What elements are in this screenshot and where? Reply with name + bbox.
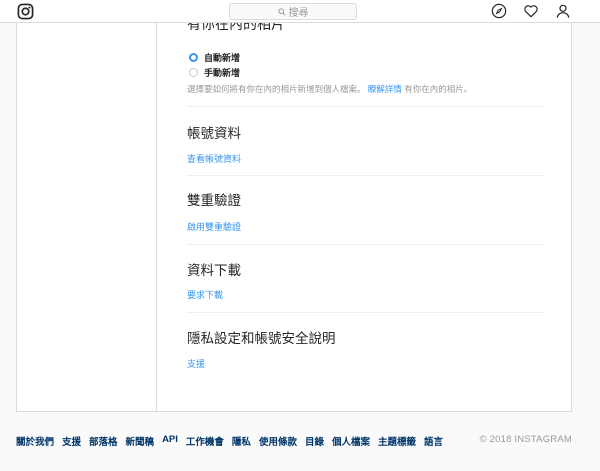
photos-of-you-title: 有你在內的相片 [187, 23, 285, 32]
radio-add-manually[interactable]: 手動新增 [189, 66, 240, 79]
description-tail: 有你在內的相片。 [404, 84, 473, 94]
footer-link-language[interactable]: 語言 [424, 434, 443, 448]
footer-link-terms[interactable]: 使用條款 [259, 434, 297, 448]
account-data-title: 帳號資料 [187, 126, 241, 141]
data-download-title: 資料下載 [187, 263, 241, 278]
divider [187, 244, 545, 245]
learn-more-link[interactable]: 瞭解詳情 [368, 84, 402, 94]
radio-label-manual: 手動新增 [204, 68, 241, 78]
support-link[interactable]: 支援 [187, 357, 205, 370]
photos-of-you-description: 選擇要如何將有你在內的相片新增到個人檔案。 瞭解詳情 有你在內的相片。 [187, 83, 472, 95]
radio-unselected-icon [189, 68, 198, 77]
footer-nav: 關於我們 支援 部落格 新聞稿 API 工作機會 隱私 使用條款 目錄 個人檔案… [16, 434, 451, 448]
footer-link-blog[interactable]: 部落格 [89, 434, 118, 448]
search-icon [277, 7, 286, 16]
search-placeholder: 搜尋 [288, 8, 309, 19]
footer-link-privacy[interactable]: 隱私 [232, 434, 251, 448]
footer-link-api[interactable]: API [162, 434, 178, 448]
view-account-data-link[interactable]: 查看帳號資料 [187, 152, 241, 165]
request-download-link[interactable]: 要求下載 [187, 288, 223, 301]
privacy-security-content: 有你在內的相片 自動新增 手動新增 選擇要如何將有你在內的相片新增到個人檔案。 … [187, 23, 545, 411]
divider [187, 106, 545, 107]
divider [187, 175, 545, 176]
compass-icon[interactable] [491, 3, 507, 19]
top-navigation-bar: 搜尋 [0, 0, 600, 23]
heart-icon[interactable] [523, 3, 539, 19]
footer-link-profiles[interactable]: 個人檔案 [332, 434, 370, 448]
radio-add-automatically[interactable]: 自動新增 [189, 51, 240, 64]
description-text: 選擇要如何將有你在內的相片新增到個人檔案。 [187, 84, 366, 94]
divider [187, 312, 545, 313]
enable-two-factor-link[interactable]: 啟用雙重驗證 [187, 220, 241, 233]
footer-link-hashtags[interactable]: 主題標籤 [378, 434, 416, 448]
settings-card: 有你在內的相片 自動新增 手動新增 選擇要如何將有你在內的相片新增到個人檔案。 … [16, 23, 572, 412]
radio-selected-icon [189, 53, 198, 62]
footer-link-press[interactable]: 新聞稿 [126, 434, 155, 448]
radio-label-automatic: 自動新增 [204, 53, 241, 63]
footer-link-directory[interactable]: 目錄 [305, 434, 324, 448]
instagram-glyph-icon[interactable] [17, 3, 34, 20]
search-input[interactable]: 搜尋 [229, 3, 357, 20]
person-icon[interactable] [555, 3, 571, 19]
footer: 關於我們 支援 部落格 新聞稿 API 工作機會 隱私 使用條款 目錄 個人檔案… [16, 434, 576, 448]
settings-sidebar [17, 23, 157, 411]
two-factor-title: 雙重驗證 [187, 193, 241, 208]
footer-link-jobs[interactable]: 工作機會 [186, 434, 224, 448]
copyright: © 2018 INSTAGRAM [479, 434, 572, 445]
footer-link-support[interactable]: 支援 [62, 434, 81, 448]
privacy-help-title: 隱私設定和帳號安全說明 [187, 331, 336, 346]
footer-link-about[interactable]: 關於我們 [16, 434, 54, 448]
